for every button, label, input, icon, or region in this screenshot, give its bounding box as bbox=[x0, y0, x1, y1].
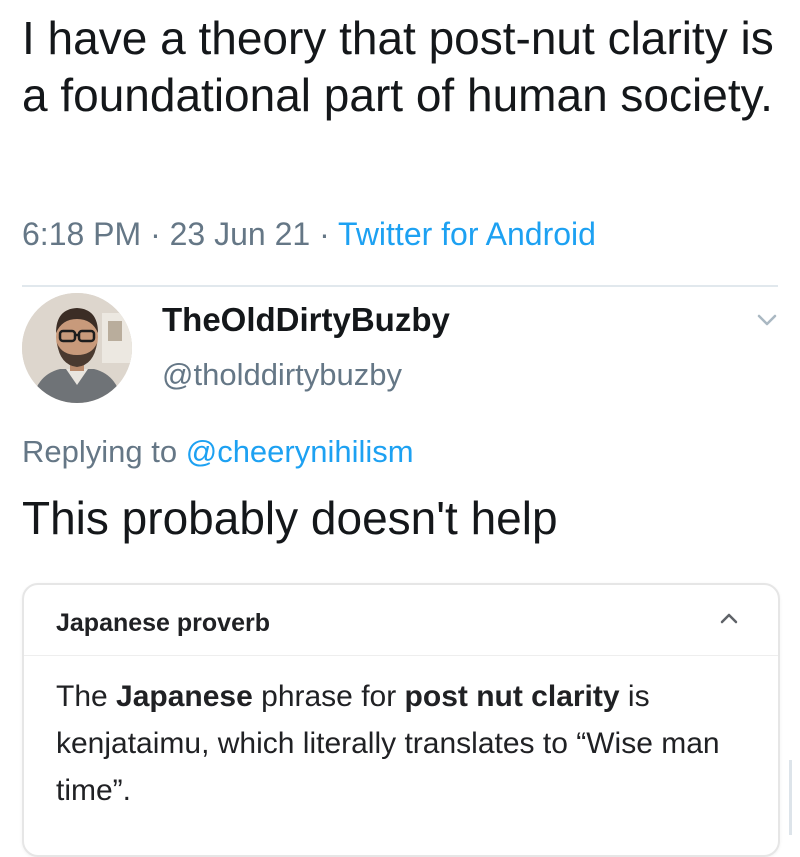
person-avatar-icon[interactable] bbox=[22, 293, 132, 403]
tweet-text: I have a theory that post-nut clarity is… bbox=[22, 12, 774, 121]
card-title[interactable]: Japanese proverb bbox=[56, 607, 270, 639]
replying-prefix: Replying to bbox=[22, 434, 178, 469]
chevron-up-icon[interactable] bbox=[714, 603, 744, 633]
divider bbox=[22, 285, 778, 287]
reply-handle[interactable]: @tholddirtybuzby bbox=[162, 355, 402, 395]
meta-separator: · bbox=[150, 216, 161, 252]
mention-link[interactable]: @cheerynihilism bbox=[186, 434, 414, 469]
reply-display-name[interactable]: TheOldDirtyBuzby bbox=[162, 300, 450, 340]
avatar-image bbox=[22, 293, 132, 403]
reply-text: This probably doesn't help bbox=[22, 492, 558, 544]
replying-to: Replying to @cheerynihilism bbox=[22, 432, 414, 472]
card-body: The Japanese phrase for post nut clarity… bbox=[56, 673, 736, 814]
card-body-text: phrase for bbox=[252, 680, 405, 713]
tweet-source-link[interactable]: Twitter for Android bbox=[338, 216, 596, 252]
scrollbar-edge bbox=[789, 760, 792, 835]
card-body-bold: post nut clarity bbox=[404, 680, 620, 713]
card-body-bold: Japanese bbox=[116, 680, 253, 713]
card-body-text: The bbox=[56, 680, 117, 713]
tweet-time: 6:18 PM bbox=[22, 216, 142, 252]
card-divider bbox=[24, 655, 778, 656]
chevron-down-icon[interactable] bbox=[752, 305, 782, 335]
tweet-date: 23 Jun 21 bbox=[169, 216, 311, 252]
meta-separator: · bbox=[319, 216, 330, 252]
tweet-meta: 6:18 PM · 23 Jun 21 · Twitter for Androi… bbox=[22, 214, 596, 254]
answer-card: Japanese proverb The Japanese phrase for… bbox=[22, 583, 780, 857]
